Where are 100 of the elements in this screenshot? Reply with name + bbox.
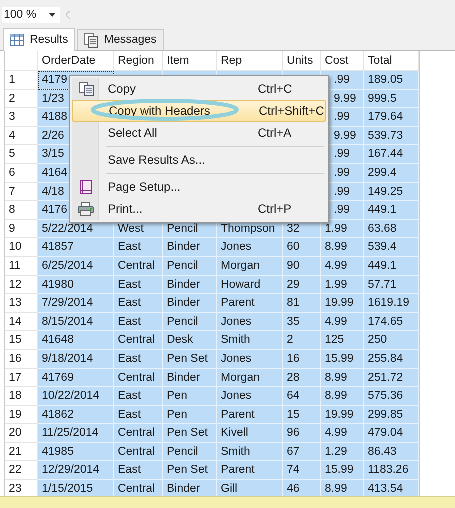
table-cell: 8.99 [321, 387, 364, 406]
table-cell: Desk [163, 331, 217, 350]
column-header[interactable]: Total [364, 51, 419, 71]
table-cell: 19.99 [321, 406, 364, 424]
column-header[interactable]: Cost [321, 51, 364, 71]
caret-icon [49, 13, 56, 17]
table-cell: Binder [163, 238, 217, 257]
table-cell: 60 [283, 238, 321, 257]
table-cell: 449.1 [364, 256, 419, 276]
table-cell: 15 [283, 406, 321, 424]
table-cell: 57.71 [364, 276, 419, 294]
table-cell: 35 [283, 312, 321, 332]
table-cell: Smith [217, 331, 283, 350]
table-cell: 15.99 [321, 461, 364, 480]
table-cell: 167.44 [364, 145, 419, 164]
table-cell: East [114, 312, 163, 332]
column-header[interactable]: Units [283, 51, 321, 71]
column-header[interactable]: OrderDate [38, 51, 114, 71]
table-cell: 299.85 [364, 406, 419, 424]
column-header[interactable]: Region [114, 51, 163, 71]
row-number: 2 [5, 90, 38, 108]
table-cell: 539.73 [364, 126, 419, 146]
table-cell: 251.72 [364, 368, 419, 388]
table-cell: Jones [217, 312, 283, 332]
row-number: 6 [5, 164, 38, 183]
scroll-left-icon[interactable] [66, 11, 71, 19]
table-cell: 189.05 [364, 71, 419, 90]
column-header[interactable]: Rep [217, 51, 283, 71]
table-cell: 16 [283, 350, 321, 368]
table-cell: 299.4 [364, 164, 419, 183]
table-cell: 67 [283, 442, 321, 462]
table-cell: 8/15/2014 [38, 312, 114, 332]
row-number: 14 [5, 312, 38, 332]
table-cell: Parent [217, 461, 283, 480]
tab[interactable]: Messages [77, 29, 164, 50]
table-cell: 449.1 [364, 201, 419, 220]
table-cell: 10/22/2014 [38, 387, 114, 406]
table-cell: 19.99 [321, 294, 364, 313]
row-number: 3 [5, 108, 38, 127]
table-cell: Pen Set [163, 424, 217, 443]
table-cell: East [114, 350, 163, 368]
row-number: 15 [5, 331, 38, 350]
table-cell: 2 [283, 331, 321, 350]
table-cell: 81 [283, 294, 321, 313]
row-number: 20 [5, 424, 38, 443]
table-cell: Pen [163, 387, 217, 406]
table-cell: 74 [283, 461, 321, 480]
table-cell: 7/29/2014 [38, 294, 114, 313]
table-cell: Morgan [217, 256, 283, 276]
table-cell: 479.04 [364, 424, 419, 443]
row-number: 13 [5, 294, 38, 313]
table-cell: 6/25/2014 [38, 256, 114, 276]
table-cell: 174.65 [364, 312, 419, 332]
table-cell: 11/25/2014 [38, 424, 114, 443]
table-cell: 539.4 [364, 238, 419, 257]
table-cell: Binder [163, 368, 217, 388]
table-cell: 41862 [38, 406, 114, 424]
table-cell: East [114, 406, 163, 424]
table-cell: 1.99 [321, 220, 364, 238]
table-cell: 4.99 [321, 312, 364, 332]
table-cell: Pen Set [163, 350, 217, 368]
row-number: 4 [5, 126, 38, 146]
tab[interactable]: Results [3, 28, 76, 51]
row-number: 19 [5, 406, 38, 424]
table-cell: 250 [364, 331, 419, 350]
table-cell: Central [114, 256, 163, 276]
table-cell: 64 [283, 387, 321, 406]
table-cell: Binder [163, 276, 217, 294]
row-number: 7 [5, 182, 38, 202]
table-cell: 41980 [38, 276, 114, 294]
row-number: 9 [5, 220, 38, 238]
table-cell: Jones [217, 387, 283, 406]
table-cell: 41769 [38, 368, 114, 388]
table-cell: East [114, 238, 163, 257]
column-header[interactable]: Item [163, 51, 217, 71]
row-number: 22 [5, 461, 38, 480]
row-number: 5 [5, 145, 38, 164]
table-cell: 1.99 [321, 276, 364, 294]
table-cell: 41985 [38, 442, 114, 462]
table-cell: 8.99 [321, 238, 364, 257]
table-cell: Howard [217, 276, 283, 294]
grid-icon [10, 34, 24, 46]
table-cell: 41648 [38, 331, 114, 350]
table-cell: Pencil [163, 256, 217, 276]
table-cell: 8.99 [321, 368, 364, 388]
row-number: 17 [5, 368, 38, 388]
zoom-dropdown[interactable]: 100 % [2, 7, 60, 23]
table-cell: Central [114, 424, 163, 443]
table-cell: 9/18/2014 [38, 350, 114, 368]
table-cell: 179.64 [364, 108, 419, 127]
table-cell: Jones [217, 238, 283, 257]
table-cell: 29 [283, 276, 321, 294]
table-cell: Jones [217, 350, 283, 368]
row-number: 12 [5, 276, 38, 294]
table-cell: Central [114, 331, 163, 350]
printer-icon [78, 202, 94, 216]
table-cell: Kivell [217, 424, 283, 443]
table-cell: Central [114, 368, 163, 388]
table-cell: 125 [321, 331, 364, 350]
table-cell: 28 [283, 368, 321, 388]
